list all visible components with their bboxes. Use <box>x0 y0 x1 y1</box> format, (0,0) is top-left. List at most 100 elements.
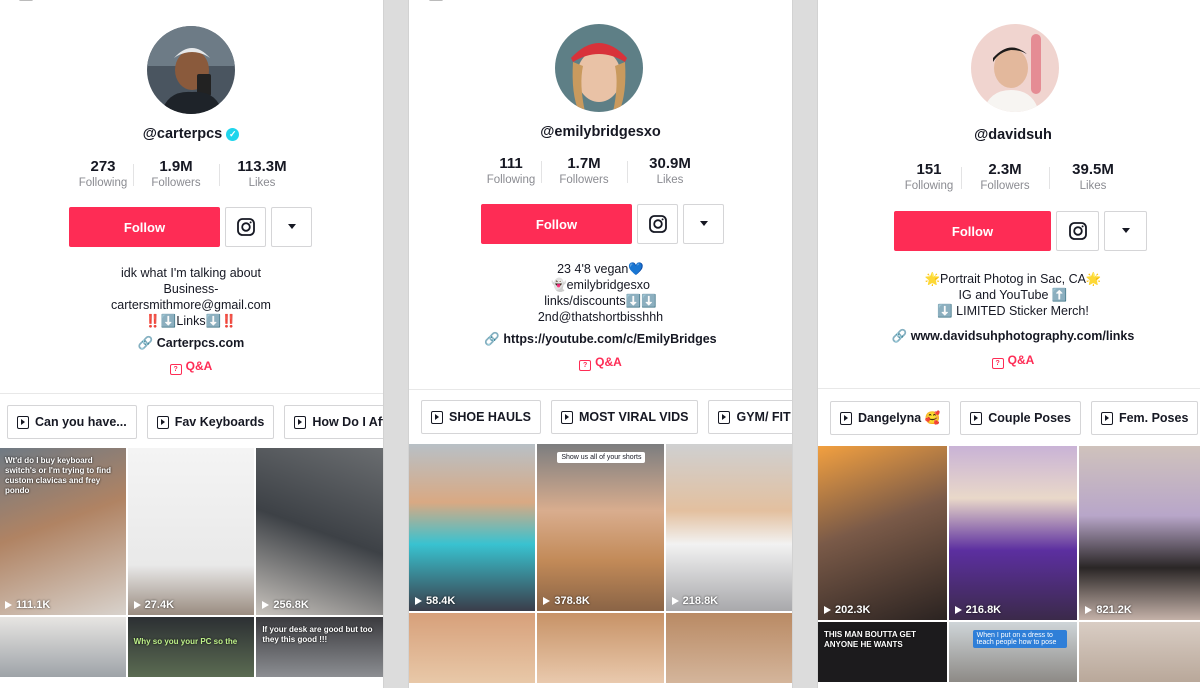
avatar[interactable] <box>555 24 643 112</box>
stat-following[interactable]: 111 Following <box>481 155 541 186</box>
scroll-hint <box>19 0 33 1</box>
video-grid: 202.3K 216.8K 821.2K THIS MAN BOUTTA GET… <box>818 446 1200 682</box>
instagram-button[interactable] <box>1056 211 1099 251</box>
video-thumbnail[interactable]: THIS MAN BOUTTA GET ANYONE HE WANTS <box>818 622 947 682</box>
video-thumbnail[interactable]: 821.2K <box>1079 446 1200 620</box>
qa-link[interactable]: ? Q&A <box>0 359 383 375</box>
video-caption: Wt'd do I buy keyboard switch's or I'm t… <box>5 456 112 495</box>
playlist-icon <box>431 410 443 424</box>
stat-likes[interactable]: 113.3M Likes <box>219 158 305 189</box>
stat-likes[interactable]: 30.9M Likes <box>627 155 713 186</box>
follow-button[interactable]: Follow <box>69 207 220 247</box>
video-thumbnail[interactable]: 27.4K <box>127 448 255 615</box>
username: @emilybridgesxo <box>540 124 661 140</box>
playlist-row: SHOE HAULS MOST VIRAL VIDS GYM/ FIT TI <box>421 400 792 434</box>
video-thumbnail[interactable]: 202.3K <box>818 446 947 620</box>
stat-label: Following <box>78 177 128 189</box>
instagram-icon <box>1068 222 1087 240</box>
video-caption: THIS MAN BOUTTA GET ANYONE HE WANTS <box>824 630 916 649</box>
view-count: 58.4K <box>415 595 455 607</box>
play-icon <box>415 597 422 605</box>
instagram-icon <box>648 215 667 233</box>
stat-label: Followers <box>559 174 609 186</box>
caret-down-icon <box>287 224 296 229</box>
more-options-button[interactable] <box>271 207 312 247</box>
play-icon <box>954 606 962 614</box>
stat-label: Likes <box>248 177 276 189</box>
play-icon <box>824 606 831 614</box>
video-thumbnail[interactable] <box>665 613 792 683</box>
verified-badge-icon: ✓ <box>226 128 240 141</box>
view-count: 821.2K <box>1085 604 1132 616</box>
bio: 🌟Portrait Photog in Sac, CA🌟 IG and YouT… <box>818 271 1200 319</box>
video-thumbnail[interactable]: 256.8K <box>256 448 383 615</box>
stat-followers[interactable]: 2.3M Followers <box>961 161 1049 192</box>
video-thumbnail[interactable]: If your desk are good but too they this … <box>256 617 383 677</box>
profile-actions: Follow <box>69 207 312 247</box>
video-thumbnail[interactable] <box>409 613 536 683</box>
stat-following[interactable]: 273 Following <box>73 158 133 189</box>
video-thumbnail[interactable] <box>0 617 126 677</box>
stat-label: Following <box>486 174 536 186</box>
playlist-pill[interactable]: Fav Keyboards <box>146 405 275 439</box>
bio-link[interactable]: 🔗 Carterpcs.com <box>0 336 383 351</box>
follow-button[interactable]: Follow <box>894 211 1051 251</box>
video-thumbnail[interactable]: Show us all of your shorts 378.8K <box>537 444 664 611</box>
playlist-pill[interactable]: SHOE HAULS <box>421 400 541 434</box>
stat-label: Followers <box>151 177 201 189</box>
bio-line: idk what I'm talking about <box>121 266 261 280</box>
stat-number: 1.9M <box>159 158 193 175</box>
playlist-pill[interactable]: MOST VIRAL VIDS <box>550 400 699 434</box>
video-thumbnail[interactable]: 218.8K <box>665 444 792 611</box>
instagram-button[interactable] <box>637 204 678 244</box>
avatar[interactable] <box>971 24 1059 112</box>
stat-number: 113.3M <box>237 158 287 175</box>
playlist-pill[interactable]: Can you have... <box>7 405 137 439</box>
bio-line: links/discounts⬇️⬇️ <box>544 294 657 308</box>
playlist-pill[interactable]: Couple Poses <box>960 401 1081 435</box>
playlist-icon <box>294 415 307 429</box>
video-thumbnail[interactable] <box>1079 622 1200 682</box>
qa-link[interactable]: ? Q&A <box>409 355 792 371</box>
scroll-hint <box>429 0 443 1</box>
profile-actions: Follow <box>894 211 1147 251</box>
playlist-pill[interactable]: Fem. Poses <box>1090 401 1199 435</box>
stat-followers[interactable]: 1.9M Followers <box>133 158 219 189</box>
playlist-icon <box>156 415 169 429</box>
playlist-pill[interactable]: GYM/ FIT TI <box>708 400 792 434</box>
qa-link[interactable]: ? Q&A <box>818 353 1200 369</box>
profile-stats: 151 Following 2.3M Followers 39.5M Likes <box>897 161 1137 192</box>
bio: idk what I'm talking about Business- car… <box>0 265 383 329</box>
more-options-button[interactable] <box>1104 211 1147 251</box>
video-thumbnail[interactable]: 216.8K <box>948 446 1078 620</box>
stat-followers[interactable]: 1.7M Followers <box>541 155 627 186</box>
link-icon: 🔗 <box>891 329 911 343</box>
playlist-pill[interactable]: Dangelyna 🥰 <box>830 401 951 435</box>
username: @davidsuh <box>974 127 1052 143</box>
more-options-button[interactable] <box>683 204 724 244</box>
avatar[interactable] <box>147 26 235 114</box>
profile-panel-emilybridgesxo: @emilybridgesxo 111 Following 1.7M Follo… <box>408 0 793 688</box>
playlist-icon <box>718 410 731 424</box>
video-thumbnail[interactable] <box>537 613 664 683</box>
qa-icon: ? <box>169 364 182 375</box>
link-icon: 🔗 <box>137 336 157 350</box>
stat-number: 151 <box>916 161 942 178</box>
profile-panel-davidsuh: @davidsuh 151 Following 2.3M Followers 3… <box>817 0 1200 688</box>
video-thumbnail[interactable]: When I put on a dress to teach people ho… <box>948 622 1078 682</box>
play-icon <box>133 601 141 609</box>
video-caption: If your desk are good but too they this … <box>262 625 373 644</box>
bio-link[interactable]: 🔗 www.davidsuhphotography.com/links <box>818 329 1200 344</box>
stat-likes[interactable]: 39.5M Likes <box>1049 161 1137 192</box>
stat-following[interactable]: 151 Following <box>897 161 961 192</box>
video-thumbnail[interactable]: 58.4K <box>409 444 536 611</box>
playlist-pill[interactable]: How Do I Affo <box>284 405 383 439</box>
username: @carterpcs ✓ <box>0 126 383 142</box>
stat-number: 30.9M <box>649 155 691 172</box>
instagram-button[interactable] <box>225 207 266 247</box>
video-thumbnail[interactable]: Wt'd do I buy keyboard switch's or I'm t… <box>0 448 126 615</box>
profile-stats: 273 Following 1.9M Followers 113.3M Like… <box>73 158 305 189</box>
follow-button[interactable]: Follow <box>481 204 632 244</box>
bio-link[interactable]: 🔗 https://youtube.com/c/EmilyBridges <box>409 332 792 347</box>
video-thumbnail[interactable]: Why so you your PC so the <box>127 617 255 677</box>
